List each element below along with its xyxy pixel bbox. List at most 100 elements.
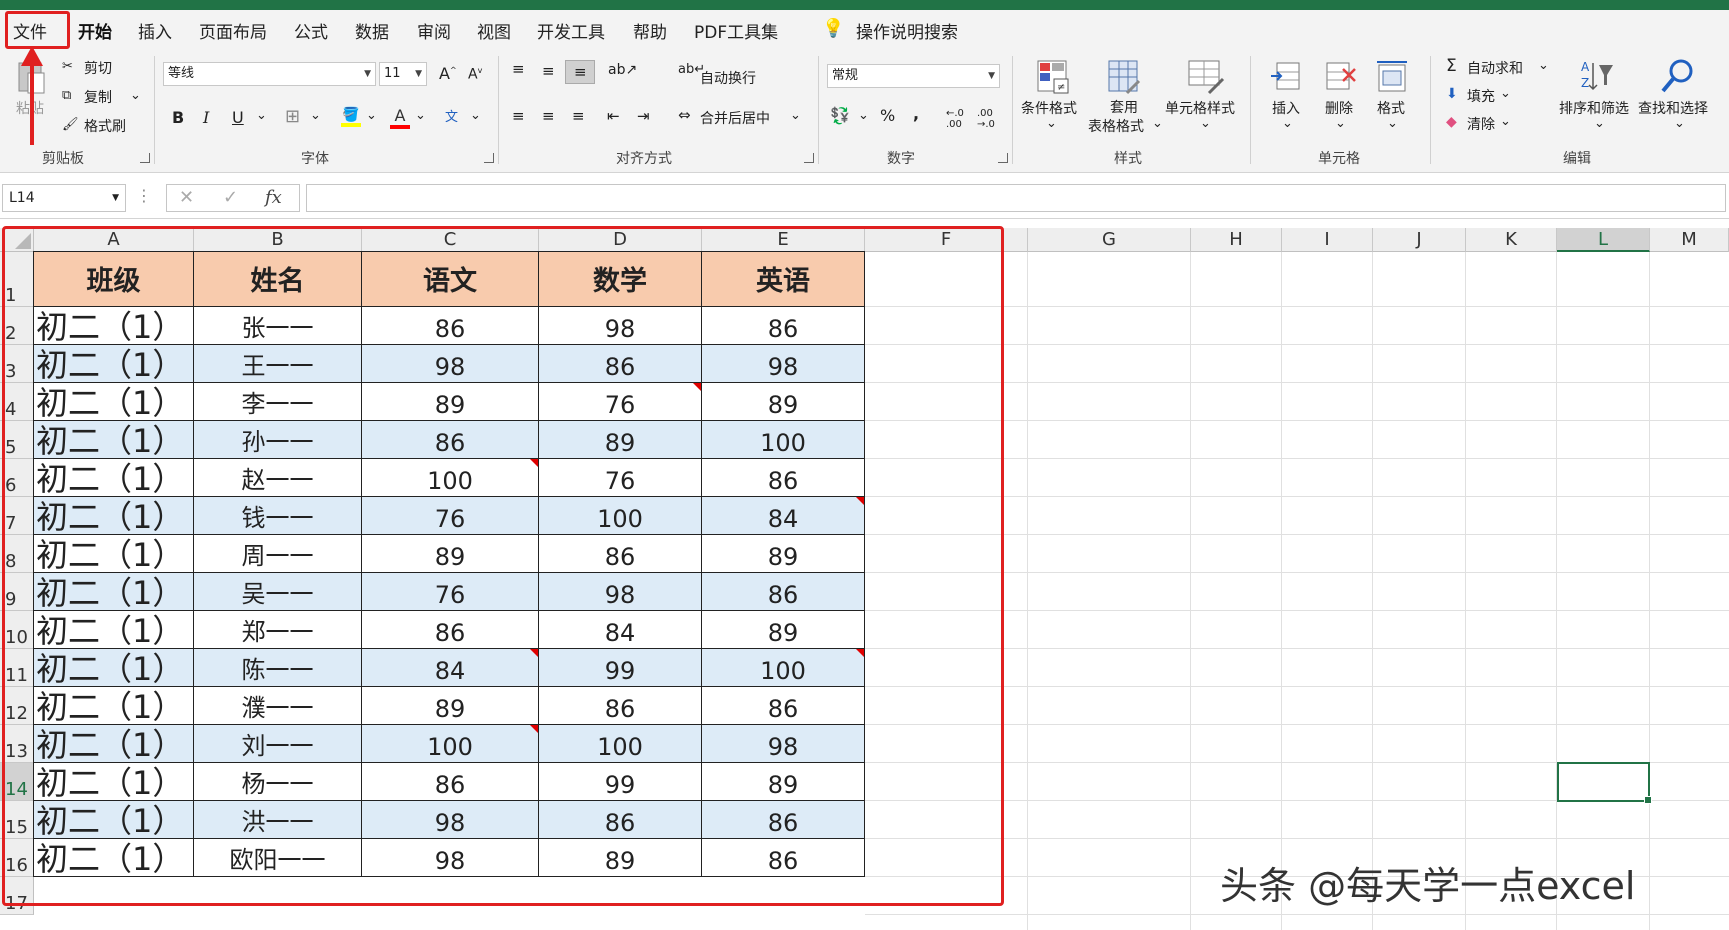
delete-button[interactable]: 删除 bbox=[1325, 98, 1353, 118]
increase-indent-icon[interactable]: ⇥ bbox=[637, 107, 650, 125]
active-cell[interactable] bbox=[1557, 762, 1652, 804]
align-middle-icon[interactable]: ≡ bbox=[542, 62, 555, 80]
underline-icon[interactable]: U bbox=[232, 108, 244, 127]
decrease-decimal-icon[interactable]: .00 →.0 bbox=[977, 108, 995, 130]
chevron-down-icon[interactable]: ⌄ bbox=[415, 108, 426, 123]
format-button[interactable]: 格式 bbox=[1377, 98, 1405, 118]
currency-icon[interactable]: 💱 bbox=[830, 106, 850, 125]
chevron-down-icon[interactable]: ⌄ bbox=[1538, 58, 1549, 73]
tab-insert[interactable]: 插入 bbox=[138, 18, 172, 43]
chevron-down-icon[interactable]: ⌄ bbox=[1674, 116, 1685, 131]
insert-function-icon[interactable]: fx bbox=[265, 187, 282, 208]
align-left-icon[interactable]: ≡ bbox=[512, 107, 525, 125]
format-as-table-line1[interactable]: 套用 bbox=[1110, 97, 1138, 117]
chevron-down-icon[interactable]: ⌄ bbox=[130, 88, 141, 103]
tab-formulas[interactable]: 公式 bbox=[294, 18, 328, 43]
chevron-down-icon[interactable]: ⌄ bbox=[256, 108, 267, 123]
alignment-launcher[interactable] bbox=[804, 153, 814, 163]
fill-button[interactable]: 填充 bbox=[1467, 86, 1495, 106]
chevron-down-icon[interactable]: ⌄ bbox=[1500, 114, 1511, 129]
autosum-button[interactable]: 自动求和 bbox=[1467, 58, 1523, 78]
percent-icon[interactable]: % bbox=[880, 106, 895, 125]
align-bottom-button[interactable]: ≡ bbox=[565, 60, 595, 84]
conditional-formatting-button[interactable]: 条件格式 bbox=[1021, 98, 1077, 118]
decrease-indent-icon[interactable]: ⇤ bbox=[607, 107, 620, 125]
column-header-g[interactable]: G bbox=[1028, 228, 1191, 252]
wrap-text-button[interactable]: 自动换行 bbox=[700, 68, 756, 88]
copy-button[interactable]: 复制 bbox=[84, 87, 112, 107]
column-header-i[interactable]: I bbox=[1282, 228, 1373, 252]
chevron-down-icon[interactable]: ⌄ bbox=[1282, 116, 1293, 131]
increase-font-icon[interactable]: A^ bbox=[439, 64, 457, 83]
column-header-h[interactable]: H bbox=[1191, 228, 1282, 252]
bold-icon[interactable]: B bbox=[172, 108, 184, 127]
chevron-down-icon[interactable]: ⌄ bbox=[790, 108, 801, 123]
tab-help[interactable]: 帮助 bbox=[633, 18, 667, 43]
delete-cells-icon[interactable] bbox=[1322, 58, 1358, 96]
sort-filter-icon[interactable]: AZ bbox=[1578, 56, 1618, 96]
column-header-j[interactable]: J bbox=[1373, 228, 1466, 252]
insert-cells-icon[interactable] bbox=[1268, 58, 1304, 96]
column-header-k[interactable]: K bbox=[1466, 228, 1557, 252]
find-select-button[interactable]: 查找和选择 bbox=[1638, 98, 1708, 118]
cancel-icon[interactable]: ✕ bbox=[179, 187, 194, 208]
merge-center-button[interactable]: 合并后居中 bbox=[700, 108, 770, 128]
align-center-icon[interactable]: ≡ bbox=[542, 107, 555, 125]
orientation-icon[interactable]: ab↗ bbox=[608, 62, 637, 78]
conditional-formatting-icon[interactable]: ≠ bbox=[1035, 58, 1071, 96]
formula-input[interactable] bbox=[306, 184, 1726, 212]
search-icon[interactable] bbox=[1658, 56, 1698, 96]
format-as-table-icon[interactable] bbox=[1106, 58, 1142, 96]
format-painter-button[interactable]: 格式刷 bbox=[84, 116, 126, 136]
font-name-dropdown[interactable]: 等线 ▼ bbox=[163, 62, 376, 86]
align-right-icon[interactable]: ≡ bbox=[572, 107, 585, 125]
chevron-down-icon[interactable]: ⌄ bbox=[310, 108, 321, 123]
cell-styles-button[interactable]: 单元格样式 bbox=[1165, 98, 1235, 118]
check-icon[interactable]: ✓ bbox=[223, 187, 238, 208]
fill-color-icon[interactable]: 🪣 bbox=[340, 104, 362, 130]
chevron-down-icon[interactable]: ⌄ bbox=[1152, 116, 1163, 131]
chevron-down-icon[interactable]: ⌄ bbox=[858, 108, 869, 123]
chevron-down-icon[interactable]: ⌄ bbox=[1046, 116, 1057, 131]
chevron-down-icon[interactable]: ⌄ bbox=[1594, 116, 1605, 131]
font-launcher[interactable] bbox=[484, 153, 494, 163]
clipboard-launcher[interactable] bbox=[140, 153, 150, 163]
chevron-down-icon[interactable]: ⌄ bbox=[1387, 116, 1398, 131]
chevron-down-icon[interactable]: ⌄ bbox=[1335, 116, 1346, 131]
format-cells-icon[interactable] bbox=[1374, 58, 1410, 96]
number-launcher[interactable] bbox=[998, 153, 1008, 163]
insert-button[interactable]: 插入 bbox=[1272, 98, 1300, 118]
more-options-icon[interactable]: ⋮ bbox=[136, 186, 152, 205]
chevron-down-icon[interactable]: ⌄ bbox=[1500, 86, 1511, 101]
name-box[interactable]: L14 ▼ bbox=[2, 184, 126, 212]
chevron-down-icon[interactable]: ⌄ bbox=[470, 108, 481, 123]
tab-review[interactable]: 审阅 bbox=[417, 18, 451, 43]
clear-button[interactable]: 清除 bbox=[1467, 114, 1495, 134]
cell-styles-icon[interactable] bbox=[1186, 58, 1226, 96]
borders-icon[interactable]: ⊞ bbox=[285, 106, 300, 127]
phonetic-icon[interactable]: 文 bbox=[445, 106, 458, 125]
tab-developer[interactable]: 开发工具 bbox=[537, 18, 605, 43]
increase-decimal-icon[interactable]: ←.0.00 bbox=[946, 108, 964, 130]
column-header-m[interactable]: M bbox=[1650, 228, 1729, 252]
chevron-down-icon[interactable]: ⌄ bbox=[1200, 116, 1211, 131]
chevron-down-icon[interactable]: ⌄ bbox=[366, 108, 377, 123]
italic-icon[interactable]: I bbox=[203, 108, 209, 127]
tab-page-layout[interactable]: 页面布局 bbox=[199, 18, 267, 43]
cut-button[interactable]: 剪切 bbox=[84, 58, 112, 78]
tab-view[interactable]: 视图 bbox=[477, 18, 511, 43]
font-size-dropdown[interactable]: 11 ▼ bbox=[379, 62, 427, 86]
tab-data[interactable]: 数据 bbox=[355, 18, 389, 43]
tell-me-search[interactable]: 操作说明搜索 bbox=[856, 18, 958, 43]
column-header-l[interactable]: L bbox=[1557, 228, 1650, 252]
tab-home[interactable]: 开始 bbox=[78, 18, 112, 43]
sort-filter-button[interactable]: 排序和筛选 bbox=[1559, 98, 1629, 118]
font-color-icon[interactable]: A bbox=[389, 104, 411, 130]
format-as-table-line2[interactable]: 表格格式 bbox=[1088, 116, 1144, 136]
decrease-font-icon[interactable]: Av bbox=[468, 66, 482, 83]
number-format-dropdown[interactable]: 常规 ▼ bbox=[827, 64, 1000, 88]
comma-icon[interactable]: , bbox=[913, 104, 919, 123]
align-top-icon[interactable]: ≡ bbox=[512, 60, 525, 78]
fill-handle[interactable] bbox=[1644, 796, 1652, 804]
tab-pdf-tools[interactable]: PDF工具集 bbox=[694, 18, 778, 43]
